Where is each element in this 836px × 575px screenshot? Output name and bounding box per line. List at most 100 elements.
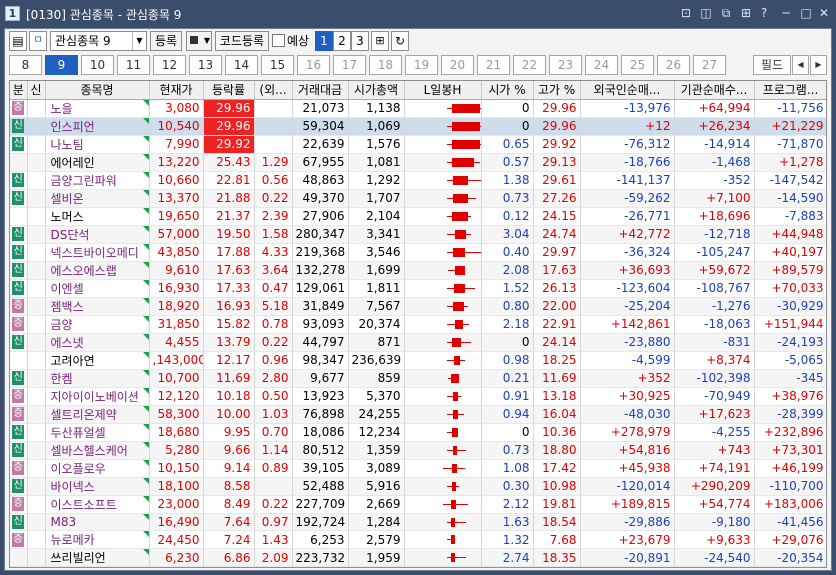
table-row[interactable]: 신 셀바스헬스케어 5,280 9.66 1.14 80,512 1,359 0.73 18.8… bbox=[10, 441, 826, 460]
col-header-price[interactable]: 현재가 bbox=[149, 81, 204, 100]
table-row[interactable]: 쓰리빌리언 6,230 6.86 2.09 223,732 1,959 2.74 18.35-… bbox=[10, 548, 826, 567]
table-row[interactable]: 신 에스오에스랩 9,610 17.63 3.64 132,278 1,699 2.08 17.… bbox=[10, 261, 826, 280]
table-row[interactable]: 신 셀비온 13,370 21.88 0.22 49,370 1,707 0.73 27.26-… bbox=[10, 189, 826, 208]
page-tab-10[interactable]: 10 bbox=[81, 55, 114, 75]
table-row[interactable]: 증 노을 3,080 29.96 21,073 1,138 0 29.96 -13,976 +64… bbox=[10, 99, 826, 118]
filter-button[interactable]: 필드 bbox=[753, 55, 791, 75]
layout-icon[interactable]: ▤ bbox=[9, 31, 27, 51]
page-tab-21[interactable]: 21 bbox=[477, 55, 510, 75]
stock-name-cell[interactable]: 셀바스헬스케어 bbox=[45, 441, 150, 460]
settings-icon[interactable]: ⊞ bbox=[371, 31, 389, 51]
table-row[interactable]: 신 넥스트바이오메디 43,850 17.88 4.33 219,368 3,546 0.40… bbox=[10, 243, 826, 262]
stock-name-cell[interactable]: 이스트소프트 bbox=[45, 495, 150, 514]
table-row[interactable]: 신 이엔셀 16,930 17.33 0.47 129,061 1,811 1.52 26.13… bbox=[10, 279, 826, 298]
stock-name-cell[interactable]: 두산퓨얼셀 bbox=[45, 423, 150, 442]
page-tab-13[interactable]: 13 bbox=[189, 55, 222, 75]
stock-name-cell[interactable]: 셀비온 bbox=[45, 189, 150, 208]
refresh-icon[interactable]: ↻ bbox=[391, 31, 409, 51]
col-header-name[interactable]: 종목명 bbox=[45, 81, 150, 100]
group-select[interactable]: 관심종목 9 ▼ bbox=[50, 31, 147, 51]
close-icon[interactable]: ✕ bbox=[816, 5, 832, 21]
stock-name-cell[interactable]: 지아이이노베이션 bbox=[45, 387, 150, 406]
stock-name-cell[interactable]: 에스넷 bbox=[45, 333, 150, 352]
maximize-restore-icon[interactable]: ⊡ bbox=[678, 5, 694, 21]
col-header-open-pct[interactable]: 시가 % bbox=[481, 81, 534, 100]
col-header-trade-value[interactable]: 거래대금 bbox=[292, 81, 349, 100]
page-tab-26[interactable]: 26 bbox=[657, 55, 690, 75]
col-header-inst-net[interactable]: 기관순매수... bbox=[674, 81, 755, 100]
stock-name-cell[interactable]: 고려아연 bbox=[45, 351, 150, 370]
page-tab-25[interactable]: 25 bbox=[621, 55, 654, 75]
col-header-program[interactable]: 프로그램... bbox=[754, 81, 826, 100]
col-header-market[interactable]: 분 bbox=[10, 81, 28, 100]
chevron-down-icon[interactable]: ▼ bbox=[132, 32, 146, 50]
page-tab-16[interactable]: 16 bbox=[297, 55, 330, 75]
table-row[interactable]: 증 금양 31,850 15.82 0.78 93,093 20,374 2.18 22.91 +… bbox=[10, 315, 826, 334]
table-row[interactable]: 신 한켐 10,700 11.69 2.80 9,677 859 0.21 11.69 +352-… bbox=[10, 369, 826, 388]
stock-name-cell[interactable]: 젬백스 bbox=[45, 297, 150, 316]
page-tab-24[interactable]: 24 bbox=[585, 55, 618, 75]
page-tab-22[interactable]: 22 bbox=[513, 55, 546, 75]
page-tab-18[interactable]: 18 bbox=[369, 55, 402, 75]
maximize-icon[interactable]: □ bbox=[798, 5, 814, 21]
table-row[interactable]: 증 지아이이노베이션 12,120 10.18 0.50 13,923 5,370 0.91 1… bbox=[10, 387, 826, 406]
table-row[interactable]: 에어레인 13,220 25.43 1.29 67,955 1,081 0.57 29.13-… bbox=[10, 153, 826, 172]
group-type-icon[interactable]: ㅁ bbox=[29, 31, 47, 51]
page-tab-23[interactable]: 23 bbox=[549, 55, 582, 75]
view-tab-2[interactable]: 2 bbox=[333, 31, 351, 51]
table-row[interactable]: 증 이오플로우 10,150 9.14 0.89 39,105 3,089 1.08 17.42… bbox=[10, 459, 826, 478]
stock-name-cell[interactable]: 에스오에스랩 bbox=[45, 261, 150, 280]
stock-name-cell[interactable]: 에어레인 bbox=[45, 153, 150, 172]
table-row[interactable]: 증 젬백스 18,920 16.93 5.18 31,849 7,567 0.80 22.00-… bbox=[10, 297, 826, 316]
stock-name-cell[interactable]: 나노팀 bbox=[45, 135, 150, 154]
help-icon[interactable]: ? bbox=[756, 5, 772, 21]
stock-name-cell[interactable]: 금양그린파워 bbox=[45, 171, 150, 190]
grid-icon[interactable]: ⊞ bbox=[738, 5, 754, 21]
forecast-checkbox[interactable] bbox=[272, 34, 285, 47]
stock-name-cell[interactable]: 한켐 bbox=[45, 369, 150, 388]
table-row[interactable]: 노머스 19,650 21.37 2.39 27,906 2,104 0.12 24.15 -2… bbox=[10, 207, 826, 226]
table-row[interactable]: 신 에스넷 4,455 13.79 0.22 44,797 871 0 24.14 -23,880… bbox=[10, 333, 826, 352]
minimize-icon[interactable]: ─ bbox=[778, 5, 794, 21]
copy-icon[interactable]: ⧉ bbox=[718, 5, 734, 21]
table-row[interactable]: 증 셀트리온제약 58,300 10.00 1.03 76,898 24,255 0.94 16… bbox=[10, 405, 826, 424]
col-header-market-cap[interactable]: 시가총액 bbox=[348, 81, 405, 100]
table-row[interactable]: 신 DS단석 57,000 19.50 1.58 280,347 3,341 3.04 24.7… bbox=[10, 225, 826, 244]
stock-name-cell[interactable]: 쓰리빌리언 bbox=[45, 548, 150, 567]
page-tab-9[interactable]: 9 bbox=[45, 55, 78, 75]
col-header-credit[interactable]: 신 bbox=[27, 81, 46, 100]
stock-name-cell[interactable]: 바이넥스 bbox=[45, 477, 150, 496]
scroll-left-icon[interactable]: ◀ bbox=[792, 55, 809, 75]
stock-name-cell[interactable]: 넥스트바이오메디 bbox=[45, 243, 150, 262]
page-tab-11[interactable]: 11 bbox=[117, 55, 150, 75]
view-tab-1[interactable]: 1 bbox=[315, 31, 333, 51]
tile-icon[interactable]: ◫ bbox=[698, 5, 714, 21]
page-tab-17[interactable]: 17 bbox=[333, 55, 366, 75]
table-row[interactable]: 신 두산퓨얼셀 18,680 9.95 0.70 18,086 12,234 0 10.36 +2… bbox=[10, 423, 826, 442]
scroll-right-icon[interactable]: ▶ bbox=[810, 55, 827, 75]
page-tab-8[interactable]: 8 bbox=[9, 55, 42, 75]
table-row[interactable]: 신 나노팀 7,990 29.92 22,639 1,576 0.65 29.92 -76,31… bbox=[10, 135, 826, 154]
page-tab-15[interactable]: 15 bbox=[261, 55, 294, 75]
col-header-change-rate[interactable]: 등락률 bbox=[203, 81, 255, 100]
stock-name-cell[interactable]: 이엔셀 bbox=[45, 279, 150, 298]
color-select[interactable]: ▼ bbox=[186, 31, 212, 51]
stock-name-cell[interactable]: 뉴로메카 bbox=[45, 530, 150, 550]
chevron-down-icon[interactable]: ▼ bbox=[204, 32, 210, 50]
stock-name-cell[interactable]: M83 bbox=[45, 513, 150, 532]
table-row[interactable]: 증 뉴로메카 24,450 7.24 1.43 6,253 2,579 1.32 7.68 +23… bbox=[10, 530, 826, 550]
table-row[interactable]: 신 금양그린파워 10,660 22.81 0.56 48,863 1,292 1.38 29.… bbox=[10, 171, 826, 190]
table-row[interactable]: 신 M83 16,490 7.64 0.97 192,724 1,284 1.63 18.54-… bbox=[10, 513, 826, 532]
col-header-high-pct[interactable]: 고가 % bbox=[533, 81, 581, 100]
page-tab-14[interactable]: 14 bbox=[225, 55, 258, 75]
page-tab-19[interactable]: 19 bbox=[405, 55, 438, 75]
page-tab-27[interactable]: 27 bbox=[693, 55, 726, 75]
stock-name-cell[interactable]: DS단석 bbox=[45, 225, 150, 244]
table-row[interactable]: 증 이스트소프트 23,000 8.49 0.22 227,709 2,669 2.12 19.… bbox=[10, 495, 826, 514]
stock-name-cell[interactable]: 금양 bbox=[45, 315, 150, 334]
table-row[interactable]: 신 바이넥스 18,100 8.58 52,488 5,916 0.30 10.98 -120,… bbox=[10, 477, 826, 496]
stock-name-cell[interactable]: 인스피언 bbox=[45, 117, 150, 136]
code-register-button[interactable]: 코드등록 bbox=[215, 31, 269, 51]
col-header-foreign[interactable]: (외... bbox=[254, 81, 293, 100]
table-row[interactable]: 신 인스피언 10,540 29.96 59,304 1,069 0 29.96 +12 +26,… bbox=[10, 117, 826, 136]
